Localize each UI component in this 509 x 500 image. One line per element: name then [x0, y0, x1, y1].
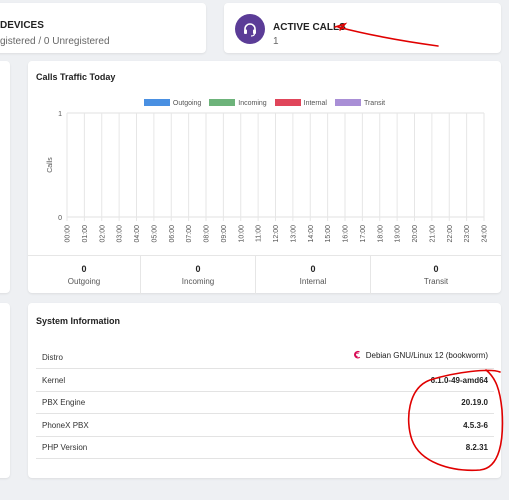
x-tick-label: 01:00: [82, 225, 89, 243]
row-label: PhoneX PBX: [42, 420, 89, 430]
x-tick-label: 05:00: [151, 225, 158, 243]
summary-internal: 0 Internal: [255, 256, 370, 294]
row-value: Debian GNU/Linux 12 (bookworm): [353, 350, 488, 362]
x-tick-label: 22:00: [447, 225, 454, 243]
summary-value: 0: [81, 264, 87, 274]
summary-label: Outgoing: [67, 277, 101, 286]
row-value: 6.1.0-49-amd64: [430, 375, 488, 385]
headset-icon: [235, 14, 265, 44]
system-info-table: Distro Debian GNU/Linux 12 (bookworm) Ke…: [36, 342, 494, 459]
summary-transit: 0 Transit: [370, 256, 501, 294]
table-row: PHP Version 8.2.31: [36, 437, 494, 459]
x-tick-label: 12:00: [273, 225, 280, 243]
table-row: PBX Engine 20.19.0: [36, 392, 494, 414]
table-row: Distro Debian GNU/Linux 12 (bookworm): [36, 342, 494, 369]
y-axis-label: Calls: [47, 157, 54, 173]
row-value: 8.2.31: [465, 443, 488, 452]
x-tick-label: 24:00: [482, 225, 489, 243]
system-info-card: System Information Distro Debian GNU/Lin…: [28, 303, 501, 478]
summary-value: 0: [433, 264, 439, 274]
x-tick-label: 17:00: [360, 225, 367, 243]
x-tick-label: 08:00: [204, 225, 211, 243]
summary-value: 0: [310, 264, 316, 274]
summary-outgoing: 0 Outgoing: [28, 256, 140, 294]
distro-value: Debian GNU/Linux 12 (bookworm): [365, 351, 488, 360]
x-tick-label: 10:00: [238, 225, 245, 243]
x-tick-label: 04:00: [134, 225, 141, 243]
summary-incoming: 0 Incoming: [140, 256, 255, 294]
active-calls-card[interactable]: ACTIVE CALLS 1: [224, 3, 501, 53]
x-tick-label: 20:00: [412, 225, 419, 243]
devices-title: DEVICES: [0, 20, 44, 31]
y-tick-label: 0: [58, 215, 62, 222]
left-panel-partial-lower: [0, 303, 10, 478]
x-tick-label: 00:00: [65, 225, 72, 243]
x-tick-label: 16:00: [343, 225, 350, 243]
active-calls-count: 1: [273, 36, 279, 47]
left-panel-partial: [0, 61, 10, 293]
traffic-chart: 0 1 00:00 01:00 02:00 03:00 04:00 05:00 06:00 07:…: [47, 111, 489, 243]
devices-card: DEVICES gistered / 0 Unregistered: [0, 3, 206, 53]
x-tick-label: 18:00: [377, 225, 384, 243]
table-row: Kernel 6.1.0-49-amd64: [36, 369, 494, 392]
x-tick-label: 19:00: [395, 225, 402, 243]
x-tick-label: 02:00: [99, 225, 106, 243]
table-row: PhoneX PBX 4.5.3-6: [36, 414, 494, 437]
x-tick-label: 21:00: [429, 225, 436, 243]
x-tick-label: 07:00: [186, 225, 193, 243]
summary-label: Transit: [423, 277, 449, 286]
x-tick-label: 06:00: [169, 225, 176, 243]
row-label: Kernel: [42, 375, 66, 385]
debian-swirl-icon: [353, 350, 362, 362]
summary-label: Internal: [299, 277, 327, 286]
active-calls-title: ACTIVE CALLS: [273, 22, 346, 33]
row-value: 4.5.3-6: [463, 420, 488, 430]
x-tick-label: 15:00: [325, 225, 332, 243]
system-info-title: System Information: [36, 316, 121, 326]
summary-label: Incoming: [181, 277, 215, 286]
x-tick-label: 09:00: [221, 225, 228, 243]
row-label: PHP Version: [42, 443, 88, 452]
x-tick-label: 11:00: [256, 225, 263, 242]
x-tick-label: 13:00: [290, 225, 297, 243]
x-tick-label: 03:00: [117, 225, 124, 243]
traffic-summary: 0 Outgoing 0 Incoming 0 Internal 0 Trans…: [28, 255, 501, 294]
summary-value: 0: [195, 264, 201, 274]
x-tick-label: 23:00: [464, 225, 471, 243]
calls-traffic-card: Calls Traffic Today Outgoing Incoming In…: [28, 61, 501, 294]
row-label: Distro: [42, 353, 63, 362]
row-label: PBX Engine: [42, 398, 86, 407]
y-tick-label: 1: [58, 111, 62, 118]
x-tick-label: 14:00: [308, 225, 315, 243]
devices-subtitle: gistered / 0 Unregistered: [0, 36, 110, 47]
row-value: 20.19.0: [461, 398, 488, 407]
